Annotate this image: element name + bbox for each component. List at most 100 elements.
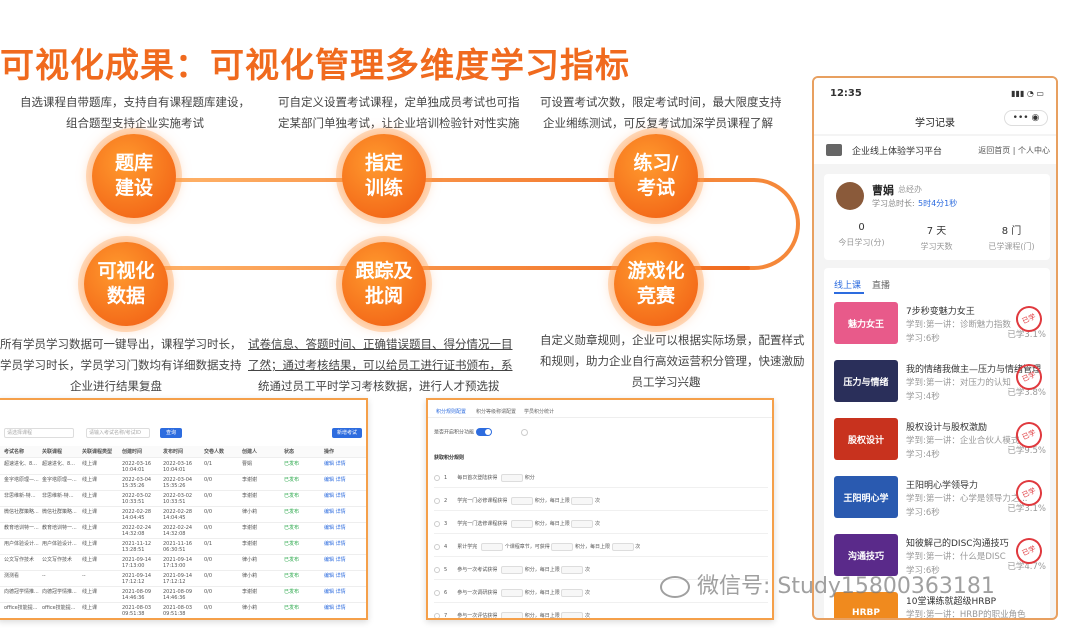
course-select[interactable]: 请选择课程 [4,428,74,438]
points-rule-suffix: 积分，每日上限 [575,544,611,550]
tab-live[interactable]: 直播 [872,278,890,291]
tab-points-rules[interactable]: 积分规则配置 [436,408,466,415]
user-role: 总经办 [898,185,922,194]
course-item[interactable]: 压力与情绪 我的情绪我做主—压力与情绪管理 学到:第一讲：对压力的认知 学习:4秒 已学… [824,359,1050,416]
table-cell[interactable]: 编辑 详情 [324,509,346,515]
table-cell: 测测看 [4,573,20,579]
status-time: 12:35 [830,88,862,99]
course-item[interactable]: 股权设计 股权设计与股权激励 学到:第一讲：企业合伙人模式 学习:4秒 已学9.5% 已学 [824,417,1050,474]
table-cell: 教育培训特一... [4,525,39,531]
table-cell: 微信社群策略... [4,509,39,515]
points-input[interactable] [551,542,574,551]
drag-handle-icon[interactable] [434,612,440,618]
table-cell: 已发布 [284,509,300,515]
limit-input[interactable] [571,496,594,505]
course-progress-lesson: 学到:第一讲：什么是DISC [906,552,1006,562]
table-cell[interactable]: 编辑 详情 [324,493,346,499]
points-rule-suffix: 积分，每日上限 [524,567,560,573]
points-input[interactable] [501,473,524,482]
table-cell: 2021-08-03 09:51:38 [122,605,152,617]
points-rule-no: 7 [444,613,448,619]
table-cell: 线上课 [82,461,98,467]
tab-points-levels[interactable]: 积分等级称谓配置 [476,408,516,415]
table-cell: 线上课 [82,557,98,563]
table-cell: 李谢谢 [242,525,258,531]
table-cell: 线上课 [82,477,98,483]
limit-input[interactable] [561,565,584,574]
table-cell: 已发布 [284,461,300,467]
points-input[interactable] [501,588,524,597]
learned-stamp-text: 已学 [1020,428,1038,442]
table-cell[interactable]: 编辑 详情 [324,589,346,595]
process-path-curve [700,178,800,270]
drag-handle-icon[interactable] [434,566,440,573]
study-time-value: 5时4分1秒 [918,199,958,208]
watermark-text: 微信号: Study15800363181 [697,574,995,599]
points-input[interactable] [481,542,504,551]
exam-search-input[interactable]: 请输入考试名称/考试ID [86,428,150,438]
limit-input[interactable] [561,611,584,618]
table-row: 向德冠学情推... 向德冠学情推... 线上课 2021-08-09 14:46:36… [0,586,366,603]
table-cell: -- [42,573,46,579]
table-cell[interactable]: 编辑 详情 [324,461,346,467]
table-cell: 0/0 [204,557,213,563]
points-rule-tail: 次 [595,498,601,504]
points-rule-mid: 个课程章节，可获得 [504,544,550,550]
drag-handle-icon[interactable] [434,520,440,527]
points-rule-tail: 次 [585,590,591,596]
exam-management-panel: 请选择课程 请输入考试名称/考试ID 查询 新增考试 考试名称 关联课程 关联课程类… [0,398,368,620]
table-cell: 李谢谢 [242,541,258,547]
limit-input[interactable] [611,542,634,551]
points-rule-suffix: 积分，每日上限 [534,521,570,527]
tab-points-stats[interactable]: 学员积分统计 [524,408,554,415]
course-thumbnail-text: 王阳明心学 [843,493,889,504]
table-row: 公文写作技术 公文写作技术 线上课 2021-09-14 17:13:00 2021-0… [0,554,366,571]
table-cell[interactable]: 编辑 详情 [324,573,346,579]
table-cell: 向德冠学情推... [4,589,39,595]
course-thumbnail-text: 股权设计 [847,435,884,446]
points-rule-text: 每日首次登陆获得 [457,475,498,481]
points-rule-tail: 次 [595,521,601,527]
drag-handle-icon[interactable] [434,543,440,550]
points-rule-row: 2 学完一门必修课程获得 积分，每日上限 次 [434,491,768,511]
drag-handle-icon[interactable] [434,474,440,481]
limit-input[interactable] [561,588,584,597]
query-button[interactable]: 查询 [160,428,182,438]
status-icons: ▮▮▮ ◔ ▭ [1011,89,1044,98]
table-cell[interactable]: 编辑 详情 [324,557,346,563]
table-cell: 已发布 [284,605,300,611]
exam-search-placeholder: 请输入考试名称/考试ID [89,430,142,436]
points-input[interactable] [511,519,534,528]
points-rule-tail: 次 [635,544,641,550]
desc-youxi: 自定义勋章规则，企业可以根据实际场景，配置样式 和规则，助力企业自行高效运营积分管… [540,333,805,389]
points-input[interactable] [501,611,524,618]
tab-online-course[interactable]: 线上课 [834,278,861,291]
table-cell[interactable]: 编辑 详情 [324,605,346,611]
points-input[interactable] [501,565,524,574]
drag-handle-icon[interactable] [434,589,440,596]
mini-program-menu[interactable]: ••• ◉ [1004,110,1048,126]
points-rule-no: 4 [444,544,448,550]
table-cell: 律小莉 [242,557,258,563]
table-cell: 非思维新-特... [4,493,36,499]
exam-header-cell: 考试名称 [4,449,25,455]
enable-points-label: 是否开启积分功能 [434,429,475,436]
points-rule-row: 3 学完一门选修课程获得 积分，每日上限 次 [434,514,768,534]
points-input[interactable] [511,496,534,505]
page-title: 可视化成果：可视化管理多维度学习指标 [0,46,630,86]
course-item[interactable]: 王阳明心学 王阳明心学领导力 学到:第一讲：心学是领导力之... 学习:6秒 已学3.1… [824,475,1050,532]
course-item[interactable]: 魅力女王 7步秒变魅力女王 学到:第一讲：诊断魅力指数 学习:6秒 已学3.1% 已学 [824,301,1050,358]
add-exam-button[interactable]: 新增考试 [332,428,362,438]
points-rule-tail: 次 [585,567,591,573]
drag-handle-icon[interactable] [434,497,440,504]
table-cell[interactable]: 编辑 详情 [324,541,346,547]
help-icon [521,428,529,436]
table-cell: 2022-03-02 10:33:51 [163,493,193,505]
table-cell[interactable]: 编辑 详情 [324,525,346,531]
platform-links[interactable]: 返回首页 | 个人中心 [978,145,1050,156]
limit-input[interactable] [571,519,594,528]
enable-points-toggle[interactable] [475,428,492,436]
wechat-icon [660,576,690,598]
table-cell[interactable]: 编辑 详情 [324,477,346,483]
table-cell: 已发布 [284,589,300,595]
